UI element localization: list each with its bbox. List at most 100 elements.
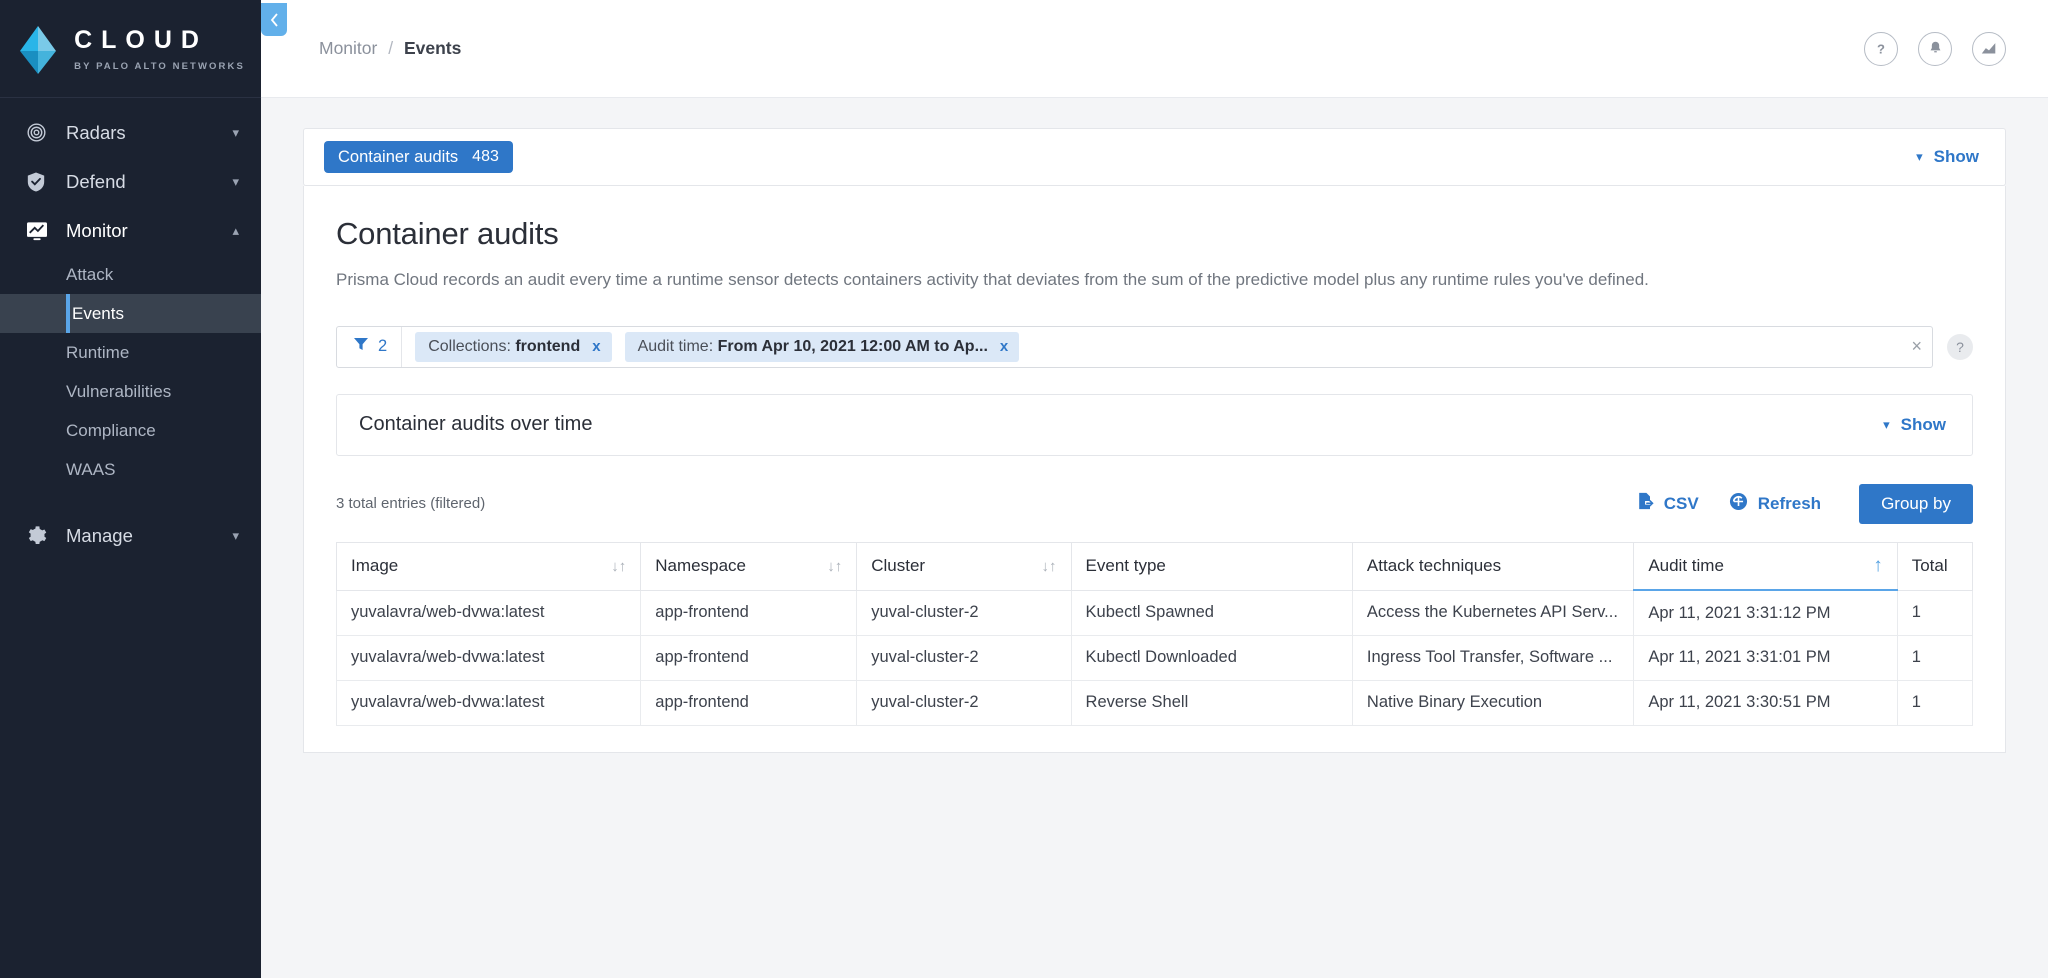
audits-over-time-panel: Container audits over time ▾ Show <box>336 393 1973 456</box>
logo-wordmark: CLOUD <box>74 25 208 54</box>
sidebar-item-label: Attack <box>66 264 114 284</box>
cell-audit-time: Apr 11, 2021 3:30:51 PM <box>1633 679 1898 726</box>
cell-event-type: Kubectl Downloaded <box>1070 634 1353 681</box>
cell-attack-techniques: Ingress Tool Transfer, Software ... <box>1351 634 1635 681</box>
tab-bar: Container audits 483 ▾ Show <box>303 128 2006 186</box>
sidebar-item-radars[interactable]: Radars ▾ <box>0 108 261 157</box>
sidebar-item-manage[interactable]: Manage ▾ <box>0 511 261 560</box>
sidebar-item-label: Monitor <box>66 219 128 241</box>
prisma-cloud-logo-icon <box>16 24 60 76</box>
funnel-icon <box>353 336 369 357</box>
close-icon[interactable]: x <box>1000 338 1008 355</box>
table-toolbar: 3 total entries (filtered) CSV Refresh G… <box>336 482 1973 526</box>
csv-export-button[interactable]: CSV <box>1637 492 1699 515</box>
sidebar-item-runtime[interactable]: Runtime <box>0 333 261 372</box>
cell-cluster: yuval-cluster-2 <box>856 679 1072 726</box>
sidebar-item-label: Defend <box>66 170 126 192</box>
breadcrumb-current: Events <box>403 38 462 58</box>
sidebar-item-label: Runtime <box>66 342 130 362</box>
sidebar-item-attack[interactable]: Attack <box>0 255 261 294</box>
cell-total[interactable]: 1 <box>1896 589 1974 636</box>
filter-bar: 2 Collections: frontend x Audit time: Fr… <box>336 325 1973 368</box>
chevron-down-icon: ▾ <box>232 125 239 140</box>
filter-help-icon[interactable]: ? <box>1947 333 1973 360</box>
table-header-row: Image ↓↑ Namespace ↓↑ Cluster ↓↑ Event t… <box>335 541 1974 592</box>
help-icon[interactable]: ? <box>1864 31 1898 66</box>
container-audits-panel: Container audits Prisma Cloud records an… <box>303 186 2006 753</box>
refresh-button[interactable]: Refresh <box>1729 492 1821 516</box>
cell-event-type: Kubectl Spawned <box>1070 589 1353 636</box>
cell-audit-time: Apr 11, 2021 3:31:12 PM <box>1633 589 1898 636</box>
over-time-title: Container audits over time <box>359 413 593 436</box>
sidebar-collapse-button[interactable] <box>261 3 287 36</box>
app-root: CLOUD BY PALO ALTO NETWORKS Radars ▾ Def… <box>0 0 2048 978</box>
cell-attack-techniques: Native Binary Execution <box>1351 679 1635 726</box>
filter-chip-audit-time[interactable]: Audit time: From Apr 10, 2021 12:00 AM t… <box>624 331 1020 362</box>
table-row[interactable]: yuvalavra/web-dvwa:latest app-frontend y… <box>335 634 1974 681</box>
chevron-down-icon: ▾ <box>1916 149 1923 164</box>
page-title: Container audits <box>336 216 559 251</box>
sort-ascending-icon[interactable]: ↑ <box>1873 555 1883 577</box>
table-row[interactable]: yuvalavra/web-dvwa:latest app-frontend y… <box>335 679 1974 726</box>
refresh-label: Refresh <box>1757 493 1822 513</box>
chevron-up-icon: ▴ <box>232 223 239 238</box>
sidebar-item-events[interactable]: Events <box>0 294 261 333</box>
sidebar-item-vulnerabilities[interactable]: Vulnerabilities <box>0 372 261 411</box>
breadcrumb-parent[interactable]: Monitor <box>319 38 377 58</box>
cell-total[interactable]: 1 <box>1896 634 1974 681</box>
notifications-bell-icon[interactable] <box>1918 31 1952 66</box>
cell-namespace: app-frontend <box>640 589 858 636</box>
tab-container-audits[interactable]: Container audits 483 <box>324 141 513 173</box>
logo-area: CLOUD BY PALO ALTO NETWORKS <box>0 0 261 98</box>
column-header-image[interactable]: Image ↓↑ <box>335 541 642 591</box>
filter-chip-collections[interactable]: Collections: frontend x <box>415 331 612 362</box>
column-header-audit-time[interactable]: Audit time ↑ <box>1633 541 1898 592</box>
chip-label: Audit time: <box>637 337 714 355</box>
sort-arrows-icon[interactable]: ↓↑ <box>611 558 626 575</box>
cell-image: yuvalavra/web-dvwa:latest <box>335 589 642 636</box>
sidebar-item-label: Compliance <box>66 420 156 440</box>
column-label: Audit time <box>1648 556 1724 576</box>
close-icon[interactable]: x <box>592 338 600 355</box>
main-area: Monitor / Events ? Container audits 483 … <box>261 0 2048 978</box>
sidebar-item-waas[interactable]: WAAS <box>0 450 261 489</box>
group-by-button[interactable]: Group by <box>1859 483 1973 524</box>
sidebar-item-label: WAAS <box>66 459 116 479</box>
sidebar-item-label: Radars <box>66 121 126 143</box>
sort-arrows-icon[interactable]: ↓↑ <box>827 558 842 575</box>
radar-icon <box>26 122 52 143</box>
cell-audit-time: Apr 11, 2021 3:31:01 PM <box>1633 634 1898 681</box>
filter-input-box[interactable]: 2 Collections: frontend x Audit time: Fr… <box>336 325 1933 368</box>
column-header-cluster[interactable]: Cluster ↓↑ <box>856 541 1072 591</box>
entries-count: 3 total entries (filtered) <box>336 495 486 513</box>
shield-check-icon <box>26 171 52 193</box>
column-header-total[interactable]: Total <box>1896 541 1974 591</box>
analytics-chart-icon[interactable] <box>1972 31 2006 66</box>
cell-attack-techniques: Access the Kubernetes API Serv... <box>1351 589 1635 636</box>
sort-arrows-icon[interactable]: ↓↑ <box>1042 558 1057 575</box>
sidebar-nav: Radars ▾ Defend ▾ Monitor ▴ Attack Event… <box>0 98 261 560</box>
sidebar-item-label: Vulnerabilities <box>66 381 172 401</box>
tab-label: Container audits <box>338 147 459 166</box>
sidebar-item-defend[interactable]: Defend ▾ <box>0 157 261 206</box>
show-label: Show <box>1900 414 1946 434</box>
column-label: Namespace <box>655 556 746 576</box>
sidebar-item-compliance[interactable]: Compliance <box>0 411 261 450</box>
column-header-event-type[interactable]: Event type <box>1070 541 1353 591</box>
column-header-namespace[interactable]: Namespace ↓↑ <box>640 541 858 591</box>
csv-export-icon <box>1637 492 1654 515</box>
cell-cluster: yuval-cluster-2 <box>856 634 1072 681</box>
over-time-show-toggle[interactable]: ▾ Show <box>1883 415 1946 435</box>
topbar-actions: ? <box>1864 31 2006 66</box>
table-row[interactable]: yuvalavra/web-dvwa:latest app-frontend y… <box>335 589 1974 636</box>
clear-filters-icon[interactable]: × <box>1911 336 1922 357</box>
logo-tagline: BY PALO ALTO NETWORKS <box>74 60 245 72</box>
cell-total[interactable]: 1 <box>1896 679 1974 726</box>
page-description: Prisma Cloud records an audit every time… <box>336 270 1649 289</box>
sidebar-item-label: Events <box>72 303 124 323</box>
column-label: Event type <box>1085 556 1166 576</box>
tabs-show-toggle[interactable]: ▾ Show <box>1916 147 1979 167</box>
sidebar-item-monitor[interactable]: Monitor ▴ <box>0 206 261 255</box>
column-header-attack-techniques[interactable]: Attack techniques <box>1351 541 1635 591</box>
cell-event-type: Reverse Shell <box>1070 679 1353 726</box>
